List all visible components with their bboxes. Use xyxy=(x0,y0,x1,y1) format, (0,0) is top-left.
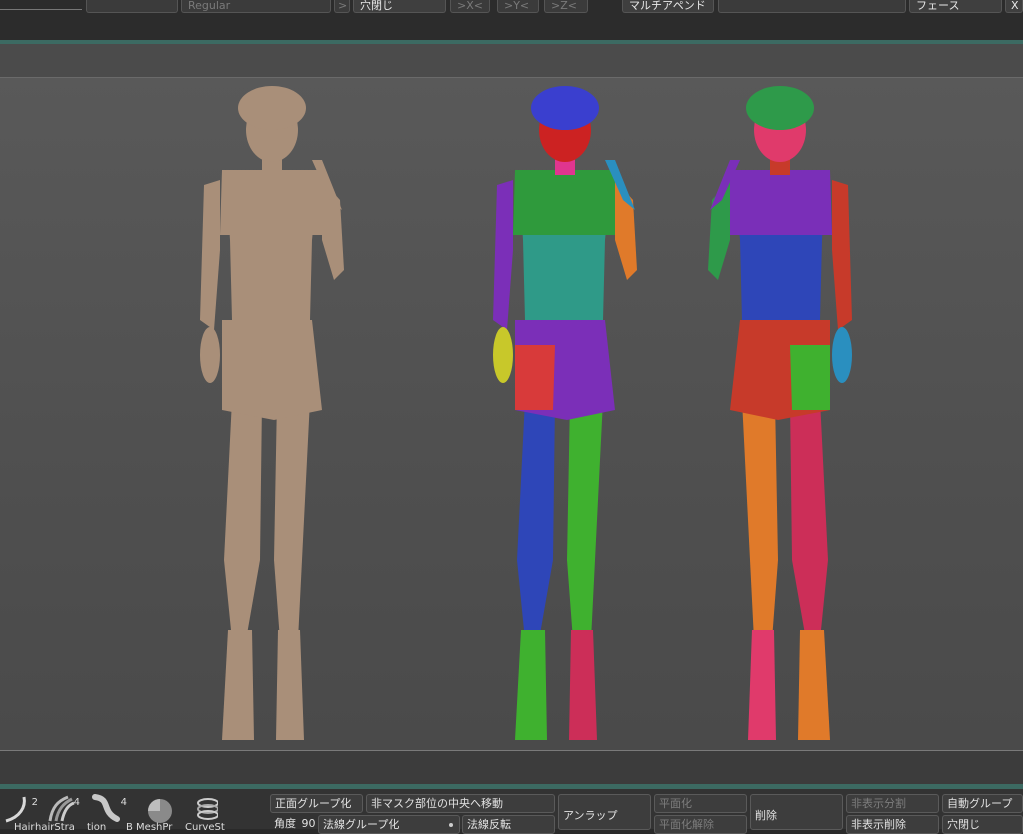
brush-label: Hair xyxy=(14,822,35,833)
viewport-figures xyxy=(200,86,852,740)
hair xyxy=(746,86,814,130)
left-leg xyxy=(224,400,262,640)
slider-track[interactable] xyxy=(0,9,82,10)
close-holes-button[interactable]: 穴閉じ xyxy=(353,0,446,13)
brush-count: 2 xyxy=(31,797,38,808)
left-arm xyxy=(200,180,220,330)
brush-curvestrap[interactable]: CurveSt xyxy=(182,791,225,833)
top xyxy=(728,170,832,235)
font-size-field[interactable] xyxy=(86,0,178,13)
brush-hairstrands[interactable]: 4 hairStra xyxy=(35,791,84,833)
hair xyxy=(238,86,306,130)
brush-label: hairStra xyxy=(35,822,75,833)
multi-append-button[interactable]: マルチアペンド xyxy=(622,0,714,13)
left-hand xyxy=(832,327,852,383)
right-boot xyxy=(569,630,597,740)
top xyxy=(513,170,617,235)
thigh-left xyxy=(222,345,262,410)
delete-hidden-button[interactable]: 非表示削除 xyxy=(846,815,939,834)
split-hidden-button[interactable]: 非表示分割 xyxy=(846,794,939,813)
brush-count: 4 xyxy=(120,797,127,808)
subtool-field[interactable] xyxy=(718,0,906,13)
angle-value: 90 xyxy=(301,817,316,830)
right-boot xyxy=(748,630,776,740)
thigh-left xyxy=(515,345,555,410)
mirror-z-button[interactable]: >Z< xyxy=(544,0,588,13)
normal-group-label: 法線グループ化 xyxy=(323,818,400,831)
left-leg xyxy=(790,400,828,640)
mirror-x-button[interactable]: >X< xyxy=(450,0,490,13)
unflatten-button[interactable]: 平面化解除 xyxy=(654,815,747,834)
hair xyxy=(531,86,599,130)
auto-groups-button[interactable]: 自動グループ xyxy=(942,794,1023,813)
lower-tray xyxy=(0,751,1023,784)
move-to-unmasked-center-button[interactable]: 非マスク部位の中央へ移動 xyxy=(366,794,555,813)
normal-group-button[interactable]: 法線グループ化 xyxy=(318,815,460,834)
brush-meshproject[interactable]: B MeshPr xyxy=(126,791,178,833)
close-holes-bottom-button[interactable]: 穴閉じ xyxy=(942,815,1023,834)
left-leg xyxy=(517,400,555,640)
brush-label: B MeshPr xyxy=(126,822,173,833)
sphere-icon xyxy=(148,799,172,823)
left-boot xyxy=(515,630,547,740)
left-hand xyxy=(493,327,513,383)
angle-label: 角度 xyxy=(274,817,296,830)
delete-button[interactable]: 削除 xyxy=(750,794,843,830)
brush-count: 4 xyxy=(73,797,80,808)
unwrap-button[interactable]: アンラップ xyxy=(558,794,651,830)
viewport-canvas[interactable] xyxy=(0,78,1023,751)
curve-stroke-icon xyxy=(197,798,218,820)
right-leg xyxy=(274,400,310,640)
left-boot xyxy=(222,630,254,740)
top xyxy=(220,170,324,235)
left-arm xyxy=(493,180,513,330)
thigh-left xyxy=(790,345,830,410)
right-boot xyxy=(276,630,304,740)
left-boot xyxy=(798,630,830,740)
flatten-button[interactable]: 平面化 xyxy=(654,794,747,813)
face-button[interactable]: フェース xyxy=(909,0,1002,13)
left-hand xyxy=(200,327,220,383)
right-leg xyxy=(567,400,603,640)
top-toolbar: Regular > 穴閉じ >X< >Y< >Z< マルチアペンド フェース X xyxy=(0,0,1023,40)
left-arm xyxy=(832,180,852,330)
undo-history-strip[interactable] xyxy=(0,44,1023,78)
brush-label: CurveSt xyxy=(185,822,225,833)
close-button[interactable]: X xyxy=(1005,0,1023,13)
flip-normals-button[interactable]: 法線反転 xyxy=(462,815,555,834)
polygroup-back-model xyxy=(708,86,852,740)
mirror-y-button[interactable]: >Y< xyxy=(497,0,539,13)
bottom-palette: 2 Hair 4 hairStra 4 tion B MeshPr CurveS… xyxy=(0,789,1023,834)
brush-tentacle[interactable]: 4 tion xyxy=(87,791,131,833)
polygroup-front-model xyxy=(493,86,637,740)
front-group-button[interactable]: 正面グループ化 xyxy=(270,794,363,813)
right-leg xyxy=(742,400,778,640)
sculpt-model xyxy=(200,86,344,740)
next-button[interactable]: > xyxy=(334,0,350,13)
brush-label: tion xyxy=(87,822,107,833)
angle-slider[interactable]: 角度 90 xyxy=(270,815,316,834)
font-style-field[interactable]: Regular xyxy=(181,0,331,13)
option-dot-icon xyxy=(449,823,453,827)
